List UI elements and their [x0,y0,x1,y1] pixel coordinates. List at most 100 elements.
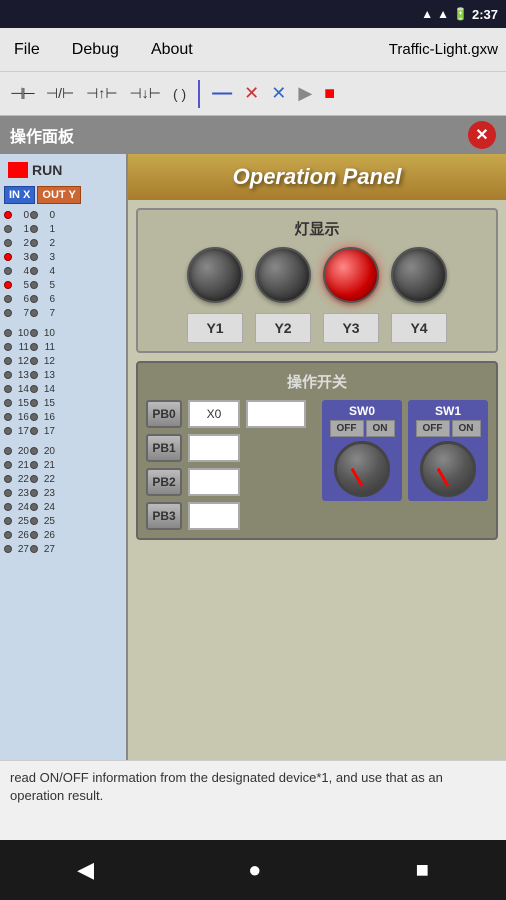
sw-columns: SW0 OFF ON SW1 [312,400,488,501]
menu-bar: File Debug About Traffic-Light.gxw [0,28,506,72]
contact-neg-button[interactable]: ⊣↓⊢ [126,83,165,104]
io-row-15: 15 15 [4,396,122,410]
out-dot-14 [30,385,38,393]
stop-button[interactable]: ■ [320,81,339,106]
in-dot-22 [4,475,12,483]
in-dot-1 [4,225,12,233]
bottom-text-content: read ON/OFF information from the designa… [10,770,443,803]
panel-close-button[interactable]: ✕ [468,121,496,149]
sw1-knob[interactable] [420,441,476,497]
pb2-button[interactable]: PB2 [146,468,182,496]
in-dot-13 [4,371,12,379]
in-dot-27 [4,545,12,553]
out-dot-23 [30,489,38,497]
in-dot-16 [4,413,12,421]
io-row-1: 1 1 [4,222,122,236]
sw1-block: SW1 OFF ON [408,400,488,501]
io-row-0: 0 0 [4,208,122,222]
in-dot-20 [4,447,12,455]
menu-debug[interactable]: Debug [66,37,125,63]
toolbar-divider [198,80,200,108]
in-dot-23 [4,489,12,497]
in-dot-0 [4,211,12,219]
in-dot-25 [4,517,12,525]
io-row-24: 24 24 [4,500,122,514]
io-row-17: 17 17 [4,424,122,438]
out-dot-2 [30,239,38,247]
io-row-10: 10 10 [4,326,122,340]
op-panel-title: Operation Panel [233,164,402,189]
input-box-3 [188,502,240,530]
out-dot-26 [30,531,38,539]
io-row-5: 5 5 [4,278,122,292]
nav-bar: ◀ ● ■ [0,840,506,900]
run-label: RUN [32,162,62,178]
home-button[interactable]: ● [228,849,281,891]
play-button[interactable]: ▶ [294,81,316,106]
io-row-7: 7 7 [4,306,122,320]
sw0-knob[interactable] [334,441,390,497]
contact-no-button[interactable]: ⊣⊢ [6,82,38,106]
sw1-buttons: OFF ON [416,420,481,437]
io-row-13: 13 13 [4,368,122,382]
switch-section: 操作开关 PB0 PB1 PB2 PB3 X0 [136,361,498,540]
io-row-21: 21 21 [4,458,122,472]
operation-panel: Operation Panel 灯显示 Y1 Y2 Y3 Y4 [128,154,506,840]
labels-row: Y1 Y2 Y3 Y4 [146,313,488,343]
panel-title: 操作面板 [10,123,74,147]
pb3-button[interactable]: PB3 [146,502,182,530]
in-header: IN X [4,186,35,204]
line-button[interactable]: — [208,80,236,107]
sw0-label: SW0 [349,404,375,418]
label-y1: Y1 [187,313,243,343]
menu-file[interactable]: File [8,37,46,63]
io-row-4: 4 4 [4,264,122,278]
contact-pos-button[interactable]: ⊣↑⊢ [82,83,121,104]
out-dot-7 [30,309,38,317]
io-row-25: 25 25 [4,514,122,528]
pb0-button[interactable]: PB0 [146,400,182,428]
io-row-26: 26 26 [4,528,122,542]
in-dot-12 [4,357,12,365]
sw1-off-button[interactable]: OFF [416,420,450,437]
toolbar: ⊣⊢ ⊣/⊢ ⊣↑⊢ ⊣↓⊢ ( ) — ✕ ✕ ▶ ■ [0,72,506,116]
io-row-16: 16 16 [4,410,122,424]
io-row-6: 6 6 [4,292,122,306]
out-dot-21 [30,461,38,469]
out-dot-20 [30,447,38,455]
in-dot-26 [4,531,12,539]
out-dot-17 [30,427,38,435]
sw0-off-button[interactable]: OFF [330,420,364,437]
panel-titlebar: 操作面板 ✕ [0,116,506,154]
out-dot-15 [30,399,38,407]
out-dot-1 [30,225,38,233]
menu-about[interactable]: About [145,37,199,63]
op-panel-header: Operation Panel [128,154,506,200]
out-dot-6 [30,295,38,303]
in-dot-11 [4,343,12,351]
sw1-on-button[interactable]: ON [452,420,481,437]
back-button[interactable]: ◀ [57,849,114,891]
sw0-knob-indicator [351,468,364,487]
out-dot-11 [30,343,38,351]
battery-icon: 🔋 [453,7,468,21]
sw0-on-button[interactable]: ON [366,420,395,437]
out-dot-13 [30,371,38,379]
run-light [8,162,28,178]
io-row-11: 11 11 [4,340,122,354]
recent-button[interactable]: ■ [396,849,449,891]
out-dot-0 [30,211,38,219]
status-bar: ▲ ▲ 🔋 2:37 [0,0,506,28]
input-column: X0 [188,400,240,530]
cross-blue-button[interactable]: ✕ [267,81,290,106]
main-area: 操作面板 ✕ RUN IN X OUT Y 0 0 [0,116,506,840]
contact-nc-button[interactable]: ⊣/⊢ [42,83,78,104]
pb1-button[interactable]: PB1 [146,434,182,462]
in-dot-17 [4,427,12,435]
sw1-label: SW1 [435,404,461,418]
sw1-knob-indicator [437,468,450,487]
in-dot-5 [4,281,12,289]
coil-button[interactable]: ( ) [169,84,190,104]
cross-red-button[interactable]: ✕ [240,81,263,106]
io-row-2: 2 2 [4,236,122,250]
